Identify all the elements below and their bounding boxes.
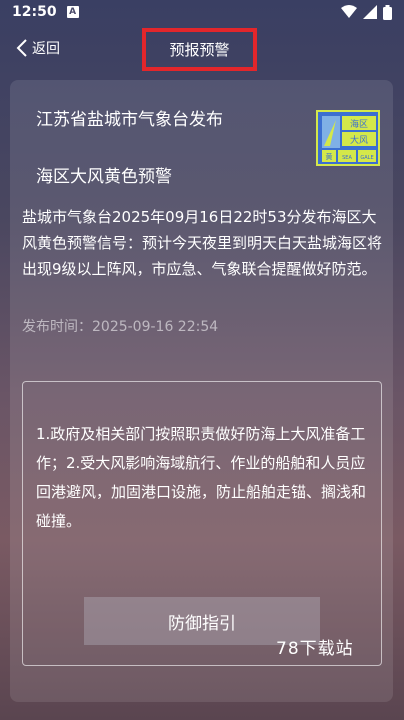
publish-time-value: 2025-09-16 22:54 <box>92 319 219 335</box>
alert-body: 盐城市气象台2025年09月16日22时53分发布海区大风黄色预警信号：预计今天… <box>22 208 383 278</box>
status-time: 12:50 <box>12 4 57 20</box>
icon-text-gale: GALE <box>360 155 373 161</box>
sea-gale-yellow-warning-icon: 海区 大风 黄 SEA GALE <box>316 110 380 166</box>
warning-emblem: 海区 大风 黄 SEA GALE <box>318 112 378 164</box>
icon-text-sea: SEA <box>342 155 352 161</box>
watermark-78-download: 78下载站 <box>276 639 354 659</box>
wifi-icon <box>341 5 357 18</box>
icon-text-top: 海区 <box>350 118 368 130</box>
nav-bar: 返回 预报预警 <box>0 26 404 71</box>
status-icons <box>341 4 392 20</box>
alert-issuer: 江苏省盐城市气象台发布 <box>36 110 223 130</box>
page-title-text: 预报预警 <box>169 41 230 59</box>
battery-icon <box>383 4 392 20</box>
back-button[interactable]: 返回 <box>16 36 60 60</box>
cellular-signal-icon <box>363 5 377 19</box>
icon-text-mid: 大风 <box>350 134 368 146</box>
status-bar: 12:50 A <box>0 0 404 24</box>
alert-title: 海区大风黄色预警 <box>36 167 172 187</box>
chevron-left-icon <box>16 39 27 57</box>
publish-time-label: 发布时间： <box>22 319 92 335</box>
notification-a-icon: A <box>66 6 79 18</box>
page-title: 预报预警 <box>142 28 257 71</box>
publish-time-row: 发布时间：2025-09-16 22:54 <box>22 316 218 336</box>
back-label: 返回 <box>32 41 60 57</box>
defense-guide-text: 1.政府及相关部门按照职责做好防海上大风准备工作；2.受大风影响海域航行、作业的… <box>36 425 367 530</box>
icon-text-yellow: 黄 <box>326 152 333 161</box>
